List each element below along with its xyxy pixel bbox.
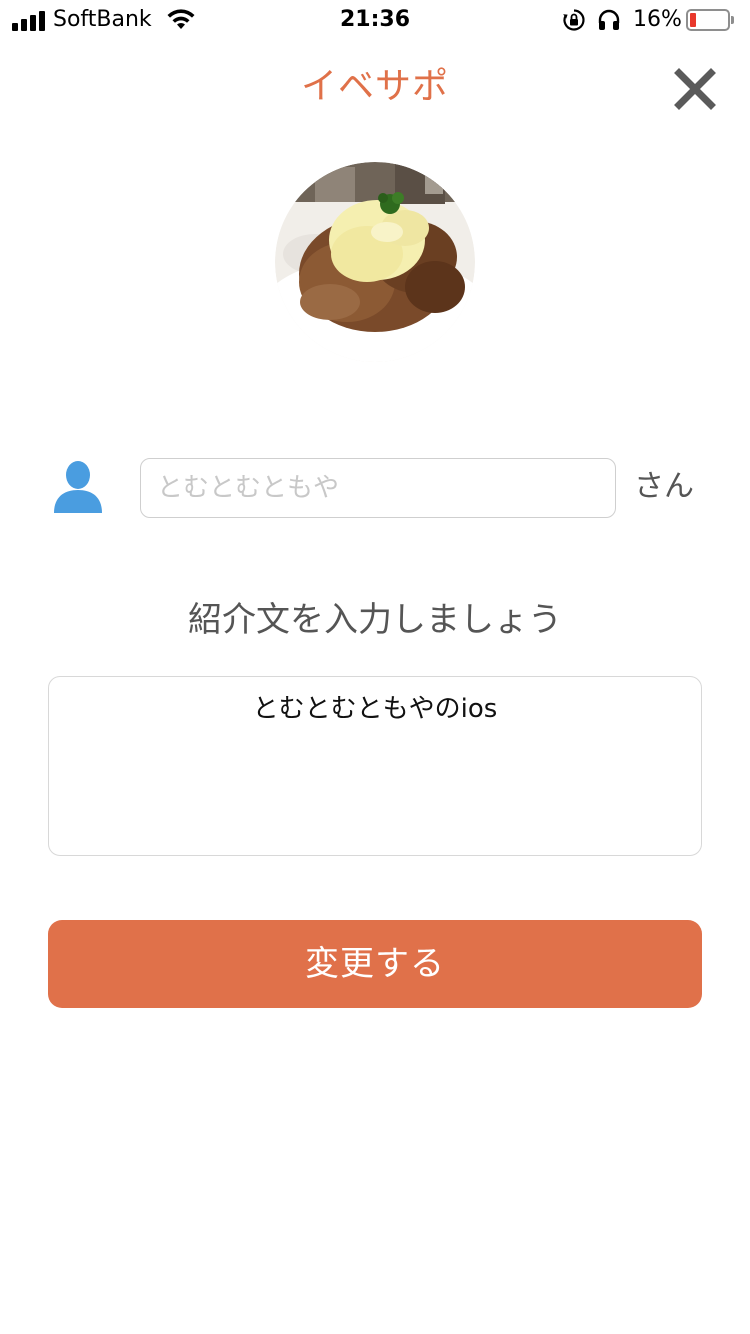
battery-level-fill [690,13,696,27]
avatar[interactable] [275,162,475,362]
battery-percent: 16% [633,7,682,32]
status-bar: SoftBank 21:36 16% [0,0,750,40]
orientation-lock-icon [563,9,585,31]
battery-icon [686,9,730,31]
name-suffix: さん [634,469,694,504]
headphone-icon [598,9,620,30]
profile-edit-screen: SoftBank 21:36 16% イベサポ とむとむともや さん 紹介文を入… [0,0,750,1334]
intro-textarea[interactable]: とむとむともやのios [48,676,702,856]
submit-button[interactable]: 変更する [48,920,702,1008]
app-title: イベサポ [300,66,449,107]
battery-tip [731,16,734,24]
close-icon[interactable] [672,66,718,112]
intro-label: 紹介文を入力しましょう [188,600,562,640]
user-icon [54,461,102,513]
name-input[interactable] [140,458,616,518]
